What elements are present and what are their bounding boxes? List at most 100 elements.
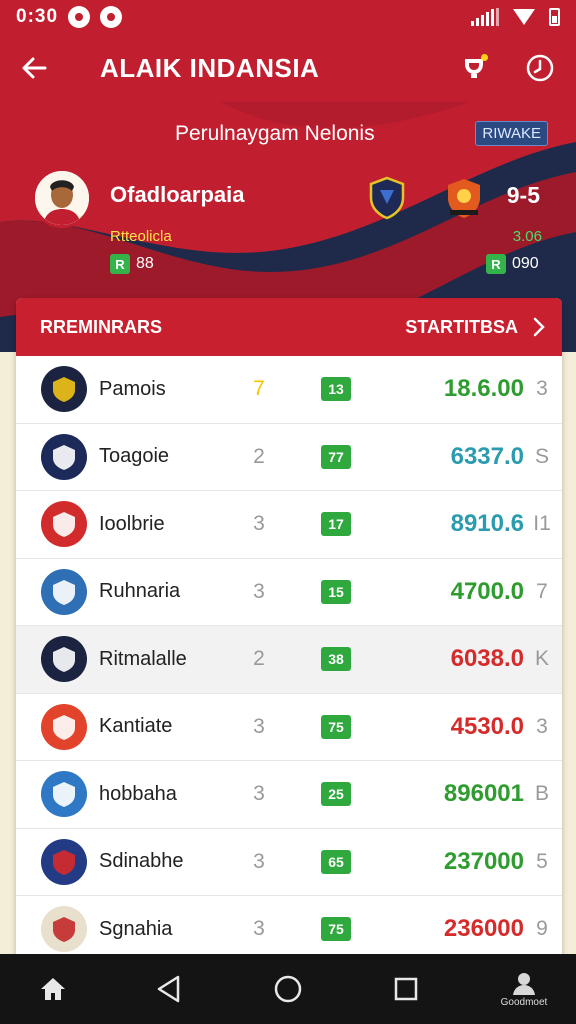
table-row[interactable]: Kantiate 3 75 4530.0 3 [16, 694, 562, 761]
status-indicators [471, 8, 560, 26]
page-title: ALAIK INDANSIA [100, 52, 320, 83]
signal-icon [471, 8, 499, 26]
team-name: Sdinabhe [99, 850, 184, 873]
team-logo-icon [41, 366, 87, 413]
match-stat-chip: R 090 [486, 254, 539, 274]
system-back-button[interactable] [150, 954, 186, 1024]
team-extra: 3 [536, 714, 548, 738]
table-row[interactable]: hobbaha 3 25 896001 B [16, 761, 562, 829]
team-rank: 3 [253, 782, 265, 806]
team-rank: 2 [253, 444, 265, 468]
profile-icon [513, 972, 535, 995]
recents-square-icon [394, 977, 418, 1001]
statistics-link[interactable]: STARTITBSA [405, 317, 546, 338]
team-badge: 13 [321, 377, 351, 402]
team-extra: 3 [536, 377, 548, 401]
team-score: 18.6.00 [443, 375, 524, 403]
team-rank: 3 [253, 849, 265, 873]
team-score: 6038.0 [450, 645, 524, 673]
team-logo-icon [41, 703, 87, 750]
table-row[interactable]: Toagoie 2 77 6337.0 S [16, 424, 562, 491]
player-avatar-icon [35, 171, 89, 225]
team-score: 4700.0 [450, 577, 524, 605]
team-score: 236000 [443, 915, 524, 943]
chip-badge: R [110, 254, 130, 274]
team-name: hobbaha [99, 782, 177, 805]
team-extra: K [534, 647, 549, 671]
statistics-label: STARTITBSA [405, 316, 518, 337]
team-name: Sgnahia [99, 917, 173, 940]
team-extra: 9 [536, 917, 548, 941]
team-crest-a-icon [368, 176, 406, 225]
table-row[interactable]: Sgnahia 3 75 236000 9 [16, 896, 562, 958]
bottom-nav: Goodmoet [0, 954, 576, 1024]
team-score: 8910.6 [450, 510, 524, 538]
wifi-icon [513, 9, 535, 25]
team-extra: 7 [536, 579, 548, 603]
team-logo-icon [41, 636, 87, 683]
team-score: 237000 [443, 847, 524, 875]
hero-score: 9-5 [506, 182, 540, 208]
app-bar: ALAIK INDANSIA [0, 34, 576, 102]
history-button[interactable] [524, 52, 556, 84]
status-time: 0:30 [16, 6, 59, 27]
nav-profile-label: Goodmoet [500, 996, 548, 1008]
standings-card: RREMINRARS STARTITBSA Pamois 7 13 18.6.00 3 T… [16, 298, 562, 958]
team-badge: 17 [321, 512, 351, 537]
team-name: Ritmalalle [99, 647, 187, 670]
team-logo-icon [41, 838, 87, 885]
back-button[interactable] [14, 48, 54, 88]
team-logo-icon [41, 906, 87, 953]
team-rank: 3 [253, 714, 265, 738]
player-stat-chip: R 88 [110, 254, 154, 274]
team-badge: 77 [321, 444, 351, 469]
card-header: RREMINRARS STARTITBSA [16, 298, 562, 356]
team-rank: 3 [253, 917, 265, 941]
table-row[interactable]: Ritmalalle 2 38 6038.0 K [16, 626, 562, 694]
team-extra: B [534, 782, 549, 806]
system-recents-button[interactable] [390, 954, 422, 1024]
card-title: RREMINRARS [40, 316, 163, 337]
chevron-right-icon [533, 317, 545, 337]
team-score: 6337.0 [450, 442, 524, 470]
back-triangle-icon [157, 975, 180, 1003]
team-name: Ioolbrie [99, 512, 165, 535]
team-extra: S [534, 444, 549, 468]
team-logo-icon [41, 433, 87, 480]
team-rank: 7 [253, 377, 265, 401]
team-name: Kantiate [99, 715, 173, 738]
chip-value: 090 [512, 255, 539, 272]
hero-badge[interactable]: RIWAKE [475, 121, 548, 146]
hero-subtitle: Perulnaygam Nelonis [175, 122, 375, 145]
team-badge: 65 [321, 849, 351, 874]
team-logo-icon [41, 568, 87, 615]
team-logo-icon [41, 501, 87, 548]
team-badge: 25 [321, 782, 351, 807]
team-extra: 5 [536, 849, 548, 873]
chip-value: 88 [136, 255, 154, 272]
player-name: Ofadloarpaia [110, 182, 245, 207]
team-rank: 3 [253, 579, 265, 603]
team-logo-icon [41, 771, 87, 818]
avatar[interactable] [32, 168, 92, 228]
team-extra: I1 [533, 512, 551, 536]
table-row[interactable]: Sdinabhe 3 65 237000 5 [16, 829, 562, 896]
app-notification-icon [100, 6, 123, 28]
table-row[interactable]: Pamois 7 13 18.6.00 3 [16, 356, 562, 424]
nav-profile-button[interactable]: Goodmoet [494, 954, 554, 1024]
team-badge: 38 [321, 647, 351, 672]
team-badge: 75 [321, 917, 351, 942]
table-row[interactable]: Ioolbrie 3 17 8910.6 I1 [16, 491, 562, 559]
table-row[interactable]: Ruhnaria 3 15 4700.0 7 [16, 559, 562, 626]
nav-home-button[interactable] [36, 954, 70, 1024]
hero-change: 3.06 [512, 228, 542, 245]
team-name: Ruhnaria [99, 580, 181, 603]
arrow-left-icon [22, 57, 47, 79]
battery-icon [549, 8, 560, 26]
team-rank: 2 [253, 647, 265, 671]
team-crest-b-icon [442, 176, 486, 225]
trophy-button[interactable] [458, 52, 490, 84]
team-badge: 15 [321, 579, 351, 604]
system-home-button[interactable] [270, 954, 306, 1024]
chip-badge: R [486, 254, 506, 274]
